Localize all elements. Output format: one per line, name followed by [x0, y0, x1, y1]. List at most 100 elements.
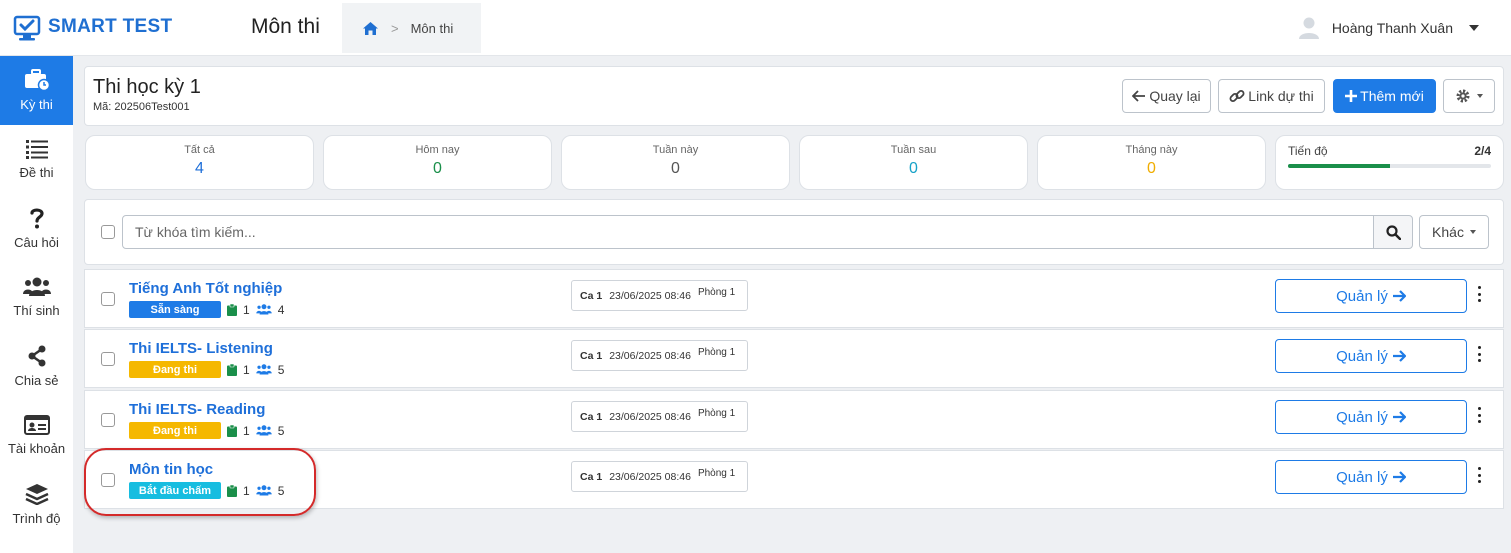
manage-button[interactable]: Quản lý [1275, 339, 1467, 373]
search-input[interactable] [122, 215, 1375, 249]
clipboard-icon [227, 484, 237, 497]
arrow-right-icon [1392, 471, 1406, 483]
breadcrumb-current: Môn thi [410, 20, 454, 36]
question-icon [29, 208, 44, 229]
paper-count: 1 [243, 483, 250, 498]
manage-button[interactable]: Quản lý [1275, 400, 1467, 434]
sidebar-item-label: Tài khoản [7, 441, 66, 456]
row-checkbox[interactable] [101, 413, 115, 427]
progress-label: Tiến độ [1288, 144, 1328, 158]
manage-button[interactable]: Quản lý [1275, 460, 1467, 494]
session-datetime: 23/06/2025 08:46 [609, 289, 691, 302]
session-datetime: 23/06/2025 08:46 [609, 470, 691, 483]
sidebar-item-label: Chia sẻ [14, 373, 59, 388]
progress-bar [1288, 164, 1491, 168]
add-new-button-label: Thêm mới [1360, 88, 1424, 104]
progress-card: Tiến độ 2/4 [1275, 135, 1504, 190]
more-options-icon[interactable] [1476, 407, 1482, 423]
status-badge: Bắt đầu chấm [129, 482, 221, 499]
progress-bar-fill [1288, 164, 1390, 168]
table-row: Thi IELTS- Listening Đang thi 1 5 Ca 1 2… [84, 329, 1504, 388]
users-icon [255, 485, 272, 496]
chevron-down-icon [1469, 230, 1476, 234]
user-menu[interactable]: Hoàng Thanh Xuân [1298, 16, 1479, 40]
more-options-icon[interactable] [1476, 286, 1482, 302]
select-all-checkbox[interactable] [101, 225, 115, 239]
subject-name-link[interactable]: Tiếng Anh Tốt nghiệp [129, 280, 282, 297]
table-row: Môn tin học Bắt đầu chấm 1 5 Ca 1 23/06/… [84, 450, 1504, 509]
plus-icon [1345, 90, 1358, 102]
arrow-left-icon [1132, 90, 1146, 102]
session-info: Ca 1 23/06/2025 08:46 Phòng 1 [571, 401, 748, 432]
status-badge: Đang thi [129, 361, 221, 378]
exam-link-button[interactable]: Link dự thi [1218, 79, 1325, 113]
subject-name-link[interactable]: Thi IELTS- Listening [129, 340, 273, 357]
student-count: 5 [277, 423, 285, 438]
other-dropdown[interactable]: Khác [1419, 215, 1489, 249]
stat-value: 0 [909, 160, 918, 177]
more-options-icon[interactable] [1476, 346, 1482, 362]
users-icon [255, 425, 272, 436]
sidebar-item-levels[interactable]: Trình độ [0, 470, 73, 539]
clipboard-icon [227, 424, 237, 437]
home-icon[interactable] [362, 21, 379, 36]
subject-meta: Đang thi 1 5 [129, 361, 284, 378]
clipboard-icon [227, 363, 237, 376]
breadcrumb: > Môn thi [342, 3, 481, 53]
briefcase-clock-icon [24, 69, 50, 91]
arrow-right-icon [1392, 290, 1406, 302]
top-header: SMART TEST Môn thi > Môn thi Hoàng Thanh… [0, 0, 1511, 56]
page-title: Môn thi [251, 15, 320, 38]
brand-logo[interactable]: SMART TEST [12, 12, 172, 42]
stat-value: 0 [1147, 160, 1156, 177]
session-datetime: 23/06/2025 08:46 [609, 349, 691, 362]
users-icon [22, 277, 51, 296]
sidebar-item-questions[interactable]: Câu hỏi [0, 194, 73, 263]
subject-name-link[interactable]: Thi IELTS- Reading [129, 401, 265, 418]
exam-header-card: Thi học kỳ 1 Mã: 202506Test001 Quay lại … [84, 66, 1504, 126]
sidebar-item-papers[interactable]: Đề thi [0, 125, 73, 194]
stat-value: 0 [671, 160, 680, 177]
exam-title: Thi học kỳ 1 [93, 76, 201, 98]
stat-all[interactable]: Tất cả 4 [85, 135, 314, 190]
sidebar-item-label: Kỳ thi [20, 97, 53, 112]
breadcrumb-separator: > [391, 20, 399, 36]
session-info: Ca 1 23/06/2025 08:46 Phòng 1 [571, 461, 748, 492]
paper-count: 1 [243, 423, 250, 438]
more-options-icon[interactable] [1476, 467, 1482, 483]
manage-button[interactable]: Quản lý [1275, 279, 1467, 313]
session-info: Ca 1 23/06/2025 08:46 Phòng 1 [571, 280, 748, 311]
avatar-icon [1298, 17, 1319, 39]
add-new-button[interactable]: Thêm mới [1333, 79, 1436, 113]
sidebar-item-account[interactable]: Tài khoản [0, 401, 73, 470]
session-room: Phòng 1 [697, 287, 736, 298]
session-room: Phòng 1 [697, 408, 736, 419]
other-dropdown-label: Khác [1432, 224, 1464, 240]
sidebar-item-exams[interactable]: Kỳ thi [0, 56, 73, 125]
back-button-label: Quay lại [1149, 88, 1201, 104]
status-badge: Đang thi [129, 422, 221, 439]
search-icon [1385, 224, 1401, 240]
session-info: Ca 1 23/06/2025 08:46 Phòng 1 [571, 340, 748, 371]
manage-button-label: Quản lý [1336, 468, 1388, 486]
paper-count: 1 [243, 362, 250, 377]
row-checkbox[interactable] [101, 473, 115, 487]
sidebar-item-share[interactable]: Chia sẻ [0, 332, 73, 401]
row-checkbox[interactable] [101, 292, 115, 306]
sidebar-item-students[interactable]: Thí sinh [0, 263, 73, 332]
arrow-right-icon [1392, 350, 1406, 362]
arrow-right-icon [1392, 411, 1406, 423]
subject-name-link[interactable]: Môn tin học [129, 461, 213, 478]
table-row: Tiếng Anh Tốt nghiệp Sẵn sàng 1 4 Ca 1 2… [84, 269, 1504, 328]
stat-value: 0 [433, 160, 442, 177]
settings-button[interactable] [1443, 79, 1495, 113]
search-button[interactable] [1373, 215, 1413, 249]
link-icon [1229, 90, 1245, 102]
stat-next-week[interactable]: Tuần sau 0 [799, 135, 1028, 190]
back-button[interactable]: Quay lại [1122, 79, 1211, 113]
stat-this-week[interactable]: Tuần này 0 [561, 135, 790, 190]
session-room: Phòng 1 [697, 347, 736, 358]
stat-this-month[interactable]: Tháng này 0 [1037, 135, 1266, 190]
stat-today[interactable]: Hôm nay 0 [323, 135, 552, 190]
row-checkbox[interactable] [101, 352, 115, 366]
